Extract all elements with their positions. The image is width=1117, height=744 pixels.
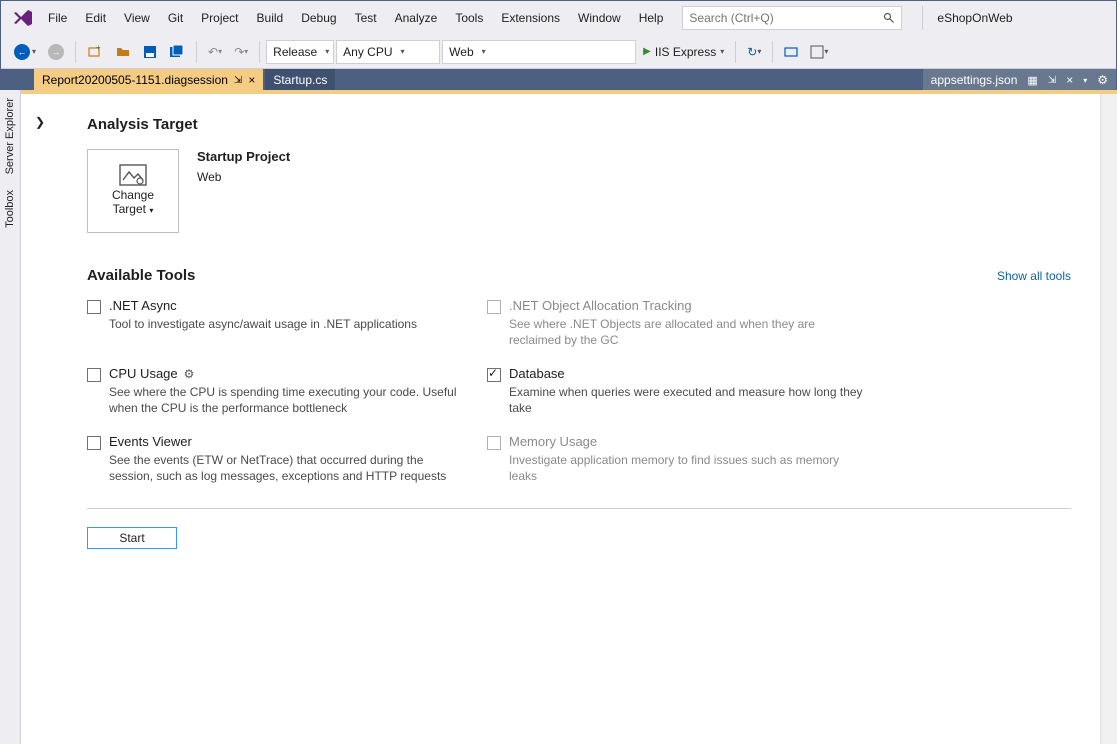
save-button[interactable] <box>138 40 162 64</box>
preview-tab-well: appsettings.json ▦ ⇲ × ▾ ⚙ <box>923 69 1116 91</box>
save-all-button[interactable] <box>164 40 190 64</box>
change-target-button[interactable]: Change Target ▾ <box>87 149 179 233</box>
available-tools-heading: Available Tools <box>87 267 195 284</box>
tool-database[interactable]: Database Examine when queries were execu… <box>487 366 867 416</box>
solution-platform-combo[interactable]: Any CPU▾ <box>336 40 440 64</box>
menu-project[interactable]: Project <box>192 1 247 35</box>
checkbox-memory-usage <box>487 436 501 450</box>
menu-window[interactable]: Window <box>569 1 630 35</box>
standard-toolbar: ←▾ → + ↶ ▾ ↷ ▾ Release▾ Any CPU▾ Web▾ ▶I… <box>1 35 1116 69</box>
checkbox-net-async[interactable] <box>87 300 101 314</box>
tool-events-viewer[interactable]: Events Viewer See the events (ETW or Net… <box>87 434 467 484</box>
target-info: Startup Project Web <box>197 149 290 184</box>
left-gutter <box>1 69 22 91</box>
toolbar-separator <box>772 41 773 63</box>
menu-test[interactable]: Test <box>346 1 386 35</box>
tool-title: Database <box>509 366 867 381</box>
gear-icon[interactable]: ⚙ <box>184 367 195 381</box>
collapse-icon[interactable]: ❯ <box>35 115 45 129</box>
checkbox-events-viewer[interactable] <box>87 436 101 450</box>
target-value: Web <box>197 170 290 184</box>
nav-back-button[interactable]: ←▾ <box>9 40 41 64</box>
toolbar-separator <box>75 41 76 63</box>
menu-extensions[interactable]: Extensions <box>492 1 569 35</box>
tab-startup-cs[interactable]: Startup.cs <box>265 69 335 91</box>
open-file-button[interactable] <box>110 40 136 64</box>
menu-bar: File Edit View Git Project Build Debug T… <box>1 1 1116 35</box>
solution-config-combo[interactable]: Release▾ <box>266 40 334 64</box>
tool-memory-usage: Memory Usage Investigate application mem… <box>487 434 867 484</box>
profiler-document: ❯ Analysis Target Change Target ▾ Startu… <box>21 90 1117 744</box>
toolbox-tab[interactable]: Toolbox <box>2 182 18 236</box>
undo-button[interactable]: ↶ ▾ <box>203 40 227 64</box>
extra-button[interactable]: ▾ <box>805 40 833 64</box>
menu-view[interactable]: View <box>115 1 159 35</box>
menu-items: File Edit View Git Project Build Debug T… <box>39 1 672 35</box>
menu-analyze[interactable]: Analyze <box>386 1 447 35</box>
browser-refresh-button[interactable]: ↻ ▾ <box>742 40 766 64</box>
close-icon[interactable]: × <box>248 73 255 87</box>
nav-forward-button[interactable]: → <box>43 40 69 64</box>
tab-appsettings[interactable]: appsettings.json <box>931 73 1018 87</box>
new-project-button[interactable]: + <box>82 40 108 64</box>
tool-desc: See where the CPU is spending time execu… <box>109 384 467 416</box>
promote-icon[interactable]: ▦ <box>1027 74 1037 87</box>
tool-net-async[interactable]: .NET Async Tool to investigate async/awa… <box>87 298 467 348</box>
server-explorer-tab[interactable]: Server Explorer <box>2 90 18 182</box>
tool-title: .NET Async <box>109 298 467 313</box>
left-side-rail: Server Explorer Toolbox <box>0 90 21 744</box>
quick-search[interactable] <box>682 6 902 30</box>
tool-desc: Tool to investigate async/await usage in… <box>109 316 467 332</box>
tab-diagsession[interactable]: Report20200505-1151.diagsession ⇲ × <box>34 69 263 91</box>
menu-file[interactable]: File <box>39 1 76 35</box>
tool-cpu-usage[interactable]: CPU Usage⚙ See where the CPU is spending… <box>87 366 467 416</box>
vs-logo-icon <box>7 6 39 30</box>
checkbox-cpu-usage[interactable] <box>87 368 101 382</box>
tool-title: Memory Usage <box>509 434 867 449</box>
menu-git[interactable]: Git <box>159 1 192 35</box>
change-target-label: Change Target ▾ <box>112 188 154 218</box>
target-title: Startup Project <box>197 149 290 164</box>
pin-icon[interactable]: ⇲ <box>1048 75 1056 86</box>
redo-button[interactable]: ↷ ▾ <box>229 40 253 64</box>
toolbar-separator <box>735 41 736 63</box>
search-icon <box>883 12 895 24</box>
svg-text:+: + <box>96 44 101 52</box>
start-button[interactable]: Start <box>87 527 177 549</box>
show-all-tools-link[interactable]: Show all tools <box>997 269 1071 283</box>
quick-search-input[interactable] <box>689 11 883 25</box>
toolbar-separator <box>196 41 197 63</box>
close-icon[interactable]: × <box>1066 73 1073 87</box>
start-debug-button[interactable]: ▶IIS Express▾ <box>638 40 729 64</box>
menu-build[interactable]: Build <box>248 1 293 35</box>
pin-icon[interactable]: ⇲ <box>234 75 242 86</box>
menu-debug[interactable]: Debug <box>292 1 345 35</box>
menu-edit[interactable]: Edit <box>76 1 115 35</box>
divider <box>87 508 1071 509</box>
startup-project-combo[interactable]: Web▾ <box>442 40 636 64</box>
tab-label: Startup.cs <box>273 73 327 87</box>
target-image-icon <box>119 164 147 186</box>
tool-desc: Examine when queries were executed and m… <box>509 384 867 416</box>
tab-label: Report20200505-1151.diagsession <box>42 73 228 87</box>
tool-net-allocation: .NET Object Allocation Tracking See wher… <box>487 298 867 348</box>
tool-title: .NET Object Allocation Tracking <box>509 298 867 313</box>
analysis-target-heading: Analysis Target <box>87 116 1071 133</box>
solution-name[interactable]: eShopOnWeb <box>922 6 1026 30</box>
menu-help[interactable]: Help <box>630 1 673 35</box>
tool-desc: See the events (ETW or NetTrace) that oc… <box>109 452 467 484</box>
checkbox-net-allocation <box>487 300 501 314</box>
menu-tools[interactable]: Tools <box>446 1 492 35</box>
tool-title: CPU Usage⚙ <box>109 366 467 381</box>
tool-title: Events Viewer <box>109 434 467 449</box>
document-tab-well: Report20200505-1151.diagsession ⇲ × Star… <box>1 69 1116 91</box>
checkbox-database[interactable] <box>487 368 501 382</box>
work-area: Server Explorer Toolbox ❯ Analysis Targe… <box>0 90 1117 744</box>
tool-desc: See where .NET Objects are allocated and… <box>509 316 867 348</box>
tool-desc: Investigate application memory to find i… <box>509 452 867 484</box>
toolbar-separator <box>259 41 260 63</box>
browser-link-button[interactable] <box>779 40 803 64</box>
dropdown-icon[interactable]: ▾ <box>1083 76 1087 85</box>
gear-icon[interactable]: ⚙ <box>1097 73 1108 87</box>
